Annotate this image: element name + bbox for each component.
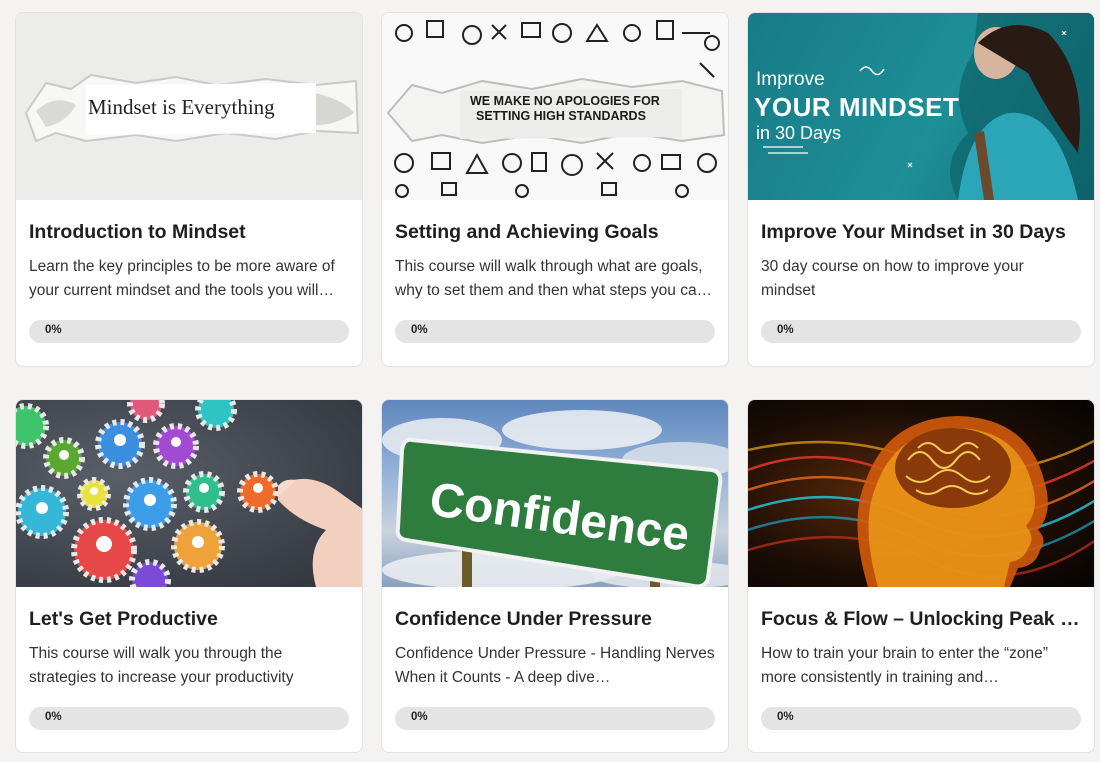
course-card-focus-and-flow[interactable]: Focus & Flow – Unlocking Peak P… How to … <box>747 399 1095 753</box>
progress-label: 0% <box>45 711 62 723</box>
course-card-introduction-to-mindset[interactable]: Mindset is Everything Introduction to Mi… <box>15 12 363 367</box>
course-description: This course will walk you through the st… <box>29 645 294 686</box>
thumbnail-caption-line-2: SETTING HIGH STANDARDS <box>476 109 646 123</box>
thumbnail-caption-line-1: WE MAKE NO APOLOGIES FOR <box>470 94 660 108</box>
course-thumbnail[interactable]: Mindset is Everything <box>16 13 362 200</box>
progress-bar: 0% <box>395 707 715 730</box>
course-description: Confidence Under Pressure - Handling Ner… <box>395 645 715 686</box>
thumbnail-caption-line-1: Improve <box>756 69 825 90</box>
course-card-setting-and-achieving-goals[interactable]: WE MAKE NO APOLOGIES FOR SETTING HIGH ST… <box>381 12 729 367</box>
course-title[interactable]: Setting and Achieving Goals <box>395 220 715 244</box>
progress-bar: 0% <box>395 320 715 343</box>
progress-bar: 0% <box>761 320 1081 343</box>
course-grid: Mindset is Everything Introduction to Mi… <box>0 0 1100 762</box>
progress-bar: 0% <box>761 707 1081 730</box>
progress-bar: 0% <box>29 320 349 343</box>
course-title[interactable]: Improve Your Mindset in 30 Days <box>761 220 1081 244</box>
course-title[interactable]: Confidence Under Pressure <box>395 607 715 631</box>
course-description: How to train your brain to enter the “zo… <box>761 645 1048 686</box>
course-description: 30 day course on how to improve your min… <box>761 258 1024 299</box>
progress-bar: 0% <box>29 707 349 730</box>
course-card-improve-your-mindset[interactable]: Improve YOUR MINDSET in 30 Days Improve … <box>747 12 1095 367</box>
thumbnail-caption: Mindset is Everything <box>88 95 275 119</box>
thumbnail-caption-line-3: in 30 Days <box>756 123 842 143</box>
course-thumbnail[interactable] <box>748 400 1094 587</box>
thumbnail-caption-line-2: YOUR MINDSET <box>754 92 960 122</box>
course-card-confidence-under-pressure[interactable]: Confidence Confidence Under Pressure Con… <box>381 399 729 753</box>
course-thumbnail[interactable] <box>16 400 362 587</box>
course-card-lets-get-productive[interactable]: Let's Get Productive This course will wa… <box>15 399 363 753</box>
course-description: Learn the key principles to be more awar… <box>29 258 335 299</box>
progress-label: 0% <box>777 324 794 336</box>
course-description: This course will walk through what are g… <box>395 258 713 299</box>
progress-label: 0% <box>777 711 794 723</box>
course-thumbnail[interactable]: Improve YOUR MINDSET in 30 Days <box>748 13 1094 200</box>
course-title[interactable]: Introduction to Mindset <box>29 220 349 244</box>
course-thumbnail[interactable]: WE MAKE NO APOLOGIES FOR SETTING HIGH ST… <box>382 13 728 200</box>
progress-label: 0% <box>411 711 428 723</box>
course-title[interactable]: Let's Get Productive <box>29 607 349 631</box>
course-thumbnail[interactable]: Confidence <box>382 400 728 587</box>
course-title[interactable]: Focus & Flow – Unlocking Peak P… <box>761 607 1081 631</box>
progress-label: 0% <box>411 324 428 336</box>
progress-label: 0% <box>45 324 62 336</box>
